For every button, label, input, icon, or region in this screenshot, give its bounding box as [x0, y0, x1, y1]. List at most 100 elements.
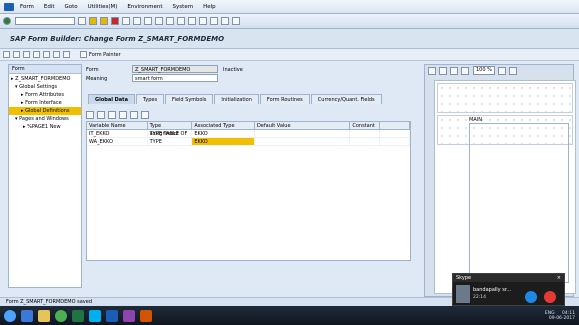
application-toolbar: Form Painter — [0, 49, 579, 61]
tree-node-pages-windows[interactable]: ▾ Pages and Windows — [9, 115, 81, 123]
tree-node-global-definitions[interactable]: ▸ Global Definitions — [9, 107, 81, 115]
field-list-icon[interactable] — [63, 51, 70, 58]
test-icon[interactable] — [33, 51, 40, 58]
deselect-all-icon[interactable] — [141, 110, 149, 119]
explorer-icon[interactable] — [38, 309, 50, 322]
painter-tool-icon[interactable] — [428, 66, 436, 75]
move-row-icon[interactable] — [119, 110, 127, 119]
check-icon[interactable] — [23, 51, 30, 58]
menu-edit[interactable]: Edit — [44, 0, 55, 14]
insert-row-icon[interactable] — [108, 110, 116, 119]
tree-node-form[interactable]: ▸ Z_SMART_FORMDEMO — [9, 75, 81, 83]
select-all-icon[interactable] — [130, 110, 138, 119]
tab-global-data[interactable]: Global Data — [88, 94, 135, 104]
constant-checkbox[interactable] — [350, 130, 381, 137]
tab-currency-quant[interactable]: Currency/Quant. Fields — [310, 94, 382, 104]
cell-type[interactable]: TYPE — [148, 138, 193, 145]
global-data-grid: Variable Name Type assignment Associated… — [86, 121, 411, 261]
skype-icon[interactable] — [89, 309, 101, 322]
col-variable-name: Variable Name — [87, 122, 148, 129]
ie-icon[interactable] — [21, 309, 33, 322]
tab-strip: Global Data Types Field Symbols Initiali… — [88, 94, 422, 104]
tab-form-routines[interactable]: Form Routines — [259, 94, 310, 104]
sap-logo-icon — [4, 2, 14, 11]
close-icon[interactable]: × — [557, 275, 561, 281]
tree-node-form-attributes[interactable]: ▸ Form Attributes — [9, 91, 81, 99]
new-session-icon[interactable] — [199, 17, 207, 25]
display-change-icon[interactable] — [3, 51, 10, 58]
menu-form[interactable]: Form — [20, 0, 34, 14]
zoom-select[interactable]: 100 % — [473, 66, 495, 75]
command-field[interactable] — [15, 17, 75, 25]
cell-default[interactable] — [255, 138, 351, 145]
first-page-icon[interactable] — [155, 17, 163, 25]
menu-help[interactable]: Help — [203, 0, 216, 14]
call-accept-icon[interactable] — [525, 291, 537, 303]
col-settings-icon[interactable] — [380, 122, 410, 129]
sap-icon[interactable] — [106, 309, 118, 322]
painter-tool-icon[interactable] — [461, 66, 469, 75]
cell-type[interactable]: TYPE TABLE OF — [148, 130, 193, 137]
tree-node-form-interface[interactable]: ▸ Form Interface — [9, 99, 81, 107]
save-icon[interactable] — [78, 17, 86, 25]
painter-tool-icon[interactable] — [439, 66, 447, 75]
app-icon[interactable] — [140, 309, 152, 322]
tab-initialization[interactable]: Initialization — [214, 94, 259, 104]
table-row[interactable]: WA_EKKO TYPE EKKO — [87, 138, 410, 146]
tab-types[interactable]: Types — [135, 94, 165, 104]
cell-variable[interactable]: IT_EKKO — [87, 130, 148, 137]
menu-system[interactable]: System — [173, 0, 194, 14]
enter-icon[interactable] — [3, 17, 11, 25]
find-next-icon[interactable] — [144, 17, 152, 25]
call-reject-icon[interactable] — [544, 291, 556, 303]
table-row[interactable]: IT_EKKO TYPE TABLE OF EKKO — [87, 130, 410, 138]
where-used-icon[interactable] — [53, 51, 60, 58]
cell-blank — [380, 138, 410, 145]
menu-utilities[interactable]: Utilities(M) — [88, 0, 118, 14]
cell-assoc-type[interactable]: EKKO — [192, 138, 255, 145]
form-painter-icon[interactable] — [80, 51, 87, 58]
skype-title: Skype — [453, 274, 564, 282]
print-icon[interactable] — [122, 17, 130, 25]
menu-environment[interactable]: Environment — [127, 0, 162, 14]
exit-icon[interactable] — [100, 17, 108, 25]
col-associated-type: Associated Type — [192, 122, 255, 129]
activate-icon[interactable] — [43, 51, 50, 58]
excel-icon[interactable] — [72, 309, 84, 322]
delete-row-icon[interactable] — [86, 110, 94, 119]
menu-goto[interactable]: Goto — [65, 0, 78, 14]
copy-row-icon[interactable] — [97, 110, 105, 119]
form-label: Form — [86, 67, 99, 73]
cell-variable[interactable]: WA_EKKO — [87, 138, 148, 145]
painter-tool-icon[interactable] — [450, 66, 458, 75]
start-icon[interactable] — [4, 309, 16, 322]
meaning-input[interactable]: smart form — [132, 74, 218, 82]
find-icon[interactable] — [133, 17, 141, 25]
next-page-icon[interactable] — [177, 17, 185, 25]
cancel-icon[interactable] — [111, 17, 119, 25]
cell-default[interactable] — [255, 130, 351, 137]
grid-toolbar — [86, 110, 149, 119]
window-main[interactable] — [469, 123, 569, 283]
last-page-icon[interactable] — [188, 17, 196, 25]
help-icon[interactable] — [221, 17, 229, 25]
app-icon[interactable] — [123, 309, 135, 322]
grid-header-row: Variable Name Type assignment Associated… — [87, 122, 410, 137]
zoom-in-icon[interactable] — [497, 66, 506, 75]
form-painter-button[interactable]: Form Painter — [89, 52, 121, 58]
back-icon[interactable] — [89, 17, 97, 25]
prev-page-icon[interactable] — [166, 17, 174, 25]
skype-call-popup[interactable]: Skype bandapally sr... 22:14 × — [452, 273, 565, 306]
tree-node-global-settings[interactable]: ▾ Global Settings — [9, 83, 81, 91]
tab-field-symbols[interactable]: Field Symbols — [165, 94, 214, 104]
page-grid — [437, 83, 573, 113]
tree-node-page1[interactable]: ▸ %PAGE1 New — [9, 123, 81, 131]
constant-checkbox[interactable] — [350, 138, 381, 145]
zoom-out-icon[interactable] — [508, 66, 517, 75]
other-object-icon[interactable] — [13, 51, 20, 58]
layout-icon[interactable] — [232, 17, 240, 25]
shortcut-icon[interactable] — [210, 17, 218, 25]
chrome-icon[interactable] — [55, 309, 67, 322]
painter-canvas[interactable]: MAIN — [434, 80, 576, 294]
cell-assoc-type[interactable]: EKKO — [192, 130, 255, 137]
